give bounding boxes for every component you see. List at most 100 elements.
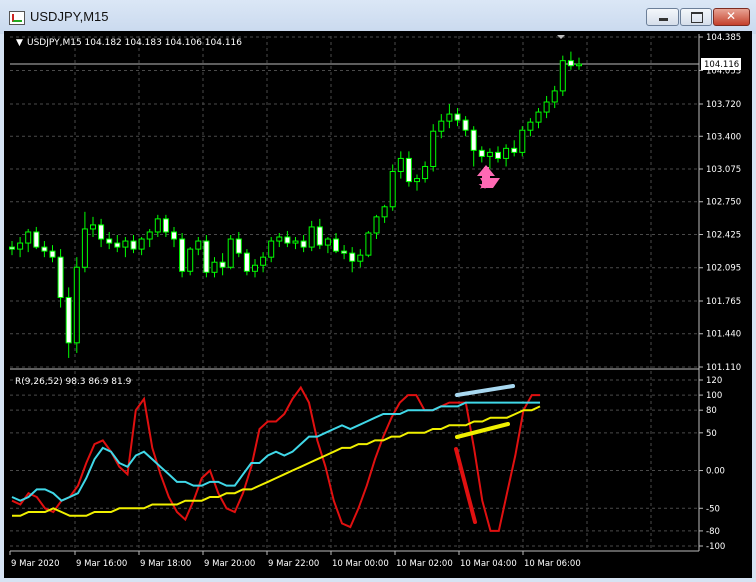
candle-body — [154, 218, 161, 233]
candle-body — [227, 238, 234, 268]
candle-body — [162, 218, 169, 233]
indicator-tick-label: -50 — [706, 504, 720, 514]
price-tick-label: 101.440 — [706, 330, 741, 340]
candle-body — [106, 238, 113, 244]
time-tick-label: 10 Mar 02:00 — [396, 559, 453, 569]
candle-body — [49, 250, 56, 258]
indicator-tick-label: 100 — [706, 391, 722, 401]
candle-body — [57, 256, 64, 298]
candle-body — [543, 101, 550, 113]
candle-body — [73, 266, 80, 344]
candle-body — [25, 231, 32, 244]
candle-body — [203, 240, 210, 273]
candle-body — [551, 90, 558, 103]
time-tick-label: 9 Mar 20:00 — [204, 559, 255, 569]
time-tick-label: 9 Mar 16:00 — [76, 559, 127, 569]
candle-body — [454, 113, 461, 121]
chart-svg[interactable]: ★ ▼ USDJPY,M15 104.182 104.183 104.106 1… — [0, 0, 756, 582]
candle-body — [357, 254, 364, 262]
candle-body — [397, 157, 404, 173]
chart-background — [4, 31, 752, 578]
chart-window: USDJPY,M15 ★ ▼ USDJPY,M15 104.182 104.18… — [0, 0, 756, 582]
candle-body — [341, 250, 348, 254]
price-tick-label: 103.720 — [706, 100, 741, 110]
current-price-label: 104.116 — [704, 60, 739, 70]
price-tick-label: 103.075 — [706, 165, 741, 175]
indicator-header: R(9,26,52) 98.3 86.9 81.9 — [15, 377, 132, 387]
indicator-tick-label: 50 — [706, 429, 717, 439]
indicator-tick-label: -100 — [706, 542, 725, 552]
candle-body — [405, 157, 412, 183]
candle-body — [268, 240, 275, 258]
candle-body — [462, 119, 469, 131]
candle-body — [284, 236, 291, 244]
time-tick-label: 10 Mar 04:00 — [460, 559, 517, 569]
candle-body — [576, 63, 582, 67]
price-tick-label: 102.095 — [706, 264, 741, 274]
indicator-tick-label: 80 — [706, 406, 717, 416]
candle-body — [308, 226, 315, 248]
candle-body — [81, 228, 88, 268]
symbol-dropdown-icon[interactable]: ▼ — [16, 38, 23, 48]
candle-body — [316, 226, 323, 246]
candle-body — [486, 151, 493, 157]
indicator-tick-label: -80 — [706, 527, 720, 537]
indicator-tick-label: 0.00 — [706, 467, 725, 477]
candle-body — [300, 240, 307, 248]
candle-body — [470, 129, 477, 151]
candle-body — [373, 216, 380, 234]
price-tick-label: 101.765 — [706, 297, 741, 307]
time-tick-label: 10 Mar 00:00 — [332, 559, 389, 569]
indicator-tick-label: 120 — [706, 376, 722, 386]
star-marker-icon: ★ — [478, 179, 488, 192]
candle-body — [422, 165, 429, 180]
candle-body — [349, 252, 356, 262]
price-tick-label: 103.400 — [706, 132, 741, 142]
candle-body — [146, 231, 153, 240]
candle-body — [535, 111, 542, 123]
candle-body — [235, 238, 242, 254]
time-tick-label: 9 Mar 2020 — [11, 559, 59, 569]
candle-body — [187, 248, 194, 272]
candle-body — [195, 240, 202, 250]
candle-body — [179, 238, 186, 272]
time-tick-label: 9 Mar 22:00 — [268, 559, 319, 569]
candle-body — [446, 113, 453, 122]
candle-body — [430, 130, 437, 167]
candle-body — [381, 206, 388, 218]
candle-body — [130, 240, 137, 250]
main-panel-header: USDJPY,M15 104.182 104.183 104.106 104.1… — [27, 38, 242, 48]
candle-body — [65, 296, 72, 344]
candle-body — [122, 240, 129, 248]
price-tick-label: 101.110 — [706, 363, 741, 373]
candle-body — [559, 60, 566, 92]
candle-body — [276, 236, 283, 242]
time-tick-label: 9 Mar 18:00 — [140, 559, 191, 569]
price-tick-label: 102.750 — [706, 198, 741, 208]
candle-body — [9, 246, 15, 250]
candle-body — [98, 224, 105, 240]
candle-body — [333, 238, 339, 252]
candle-body — [138, 238, 145, 250]
candle-body — [292, 240, 299, 244]
candle-body — [252, 264, 258, 272]
candle-body — [478, 149, 485, 157]
candle-body — [567, 60, 574, 67]
price-tick-label: 104.385 — [706, 33, 741, 43]
candle-body — [324, 238, 331, 246]
candle-body — [511, 147, 518, 153]
candle-body — [90, 224, 96, 230]
price-tick-label: 102.425 — [706, 230, 741, 240]
candle-body — [243, 252, 250, 272]
candle-body — [17, 242, 24, 250]
candle-body — [211, 261, 218, 273]
candle-body — [171, 231, 177, 240]
candle-body — [503, 147, 510, 159]
candle-body — [33, 231, 40, 248]
candle-body — [414, 178, 420, 183]
candle-body — [438, 120, 445, 132]
candle-body — [389, 171, 396, 208]
candle-body — [519, 129, 526, 153]
candle-body — [114, 242, 121, 248]
candle-body — [219, 261, 226, 268]
